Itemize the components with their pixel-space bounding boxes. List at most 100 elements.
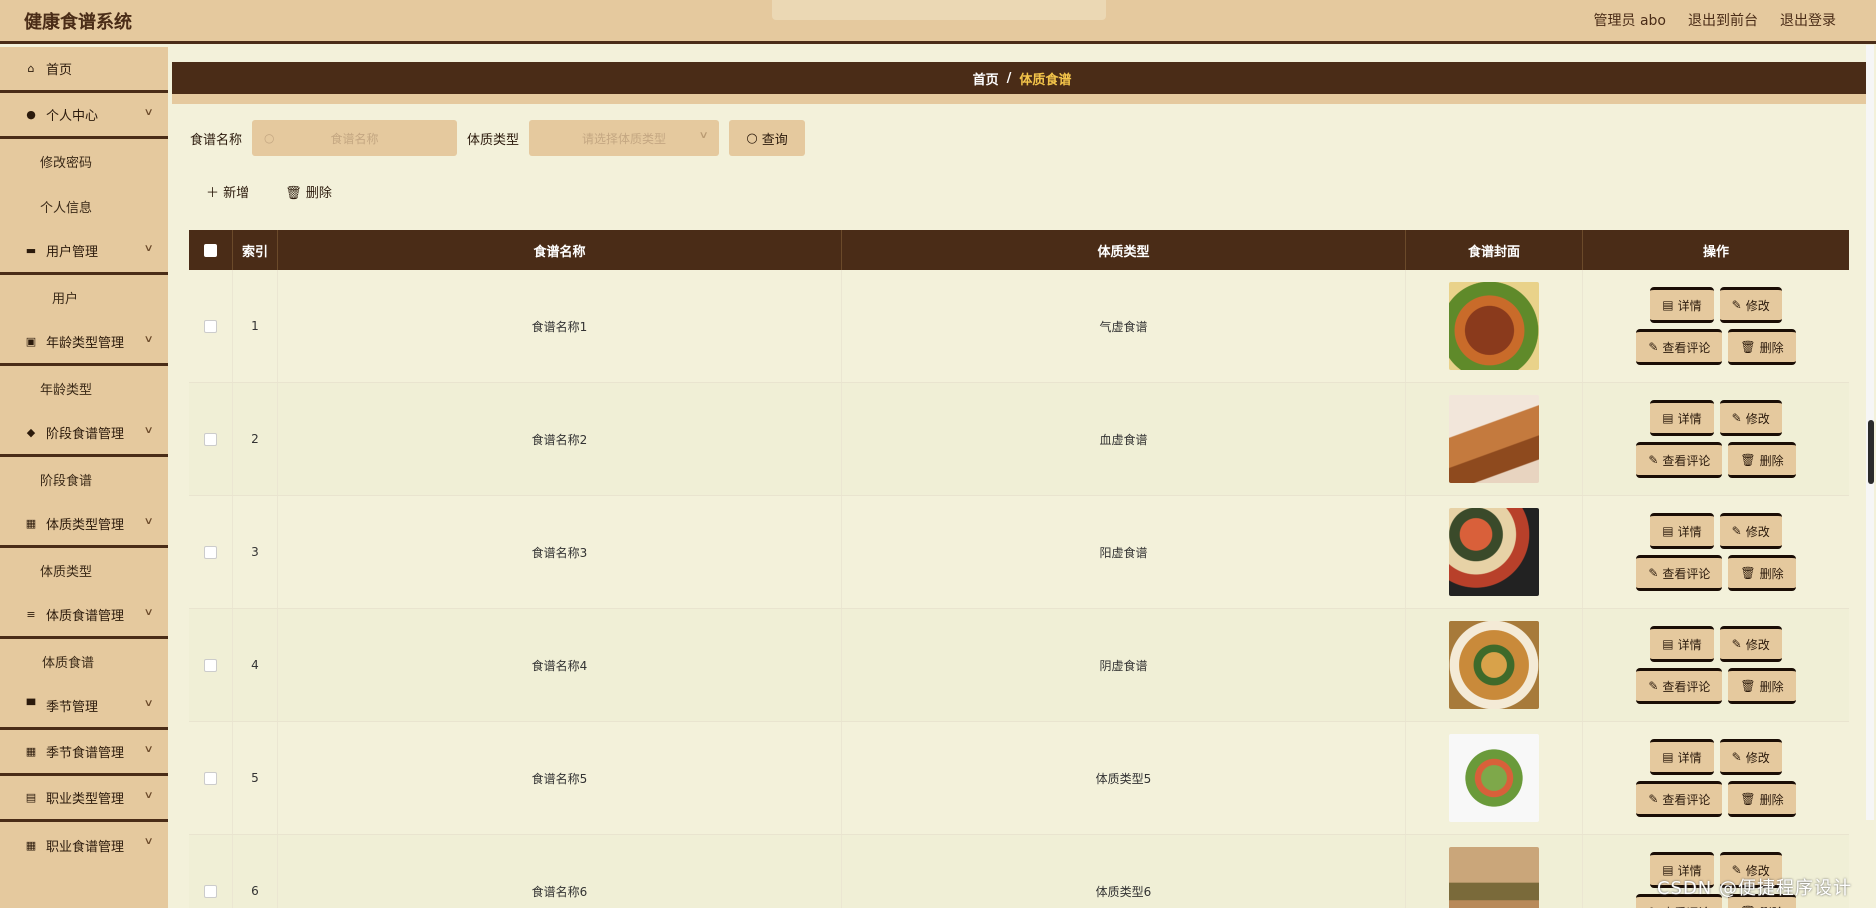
edit-button[interactable]: ✎ 修改 — [1719, 626, 1782, 662]
edit-icon: ✎ — [1731, 411, 1742, 425]
search-icon: ○ — [746, 130, 758, 146]
detail-button-label: 详情 — [1677, 411, 1702, 426]
recipe-table: 索引 食谱名称 体质类型 食谱封面 操作 1 食谱名称1 气虚食谱 ▤ 详情 ✎ 修… — [189, 230, 1849, 908]
row-delete-label: 删除 — [1759, 679, 1784, 694]
sidebar-sub-constitution-type[interactable]: 体质类型 — [0, 548, 168, 593]
sidebar-item-stage-recipe[interactable]: ◆ 阶段食谱管理 ∨ — [0, 411, 168, 457]
sidebar-sub-change-password[interactable]: 修改密码 — [0, 139, 168, 184]
sidebar-sub-age-type[interactable]: 年龄类型 — [0, 366, 168, 411]
row-cover-cell — [1406, 496, 1583, 608]
constitution-type-select[interactable]: 请选择体质类型 ∨ — [529, 120, 720, 156]
detail-button[interactable]: ▤ 详情 — [1650, 739, 1714, 775]
select-all-checkbox[interactable] — [204, 243, 217, 257]
view-comments-button[interactable]: ✎查看评论 — [1636, 442, 1723, 478]
page-scrollbar-thumb[interactable] — [1868, 420, 1874, 484]
sidebar-item-personal[interactable]: ● 个人中心 ∨ — [0, 93, 168, 139]
row-index: 4 — [233, 609, 278, 721]
row-recipe-name: 食谱名称5 — [278, 722, 842, 834]
action-row: ＋ 新增 🗑 删除 — [206, 182, 332, 201]
row-delete-button[interactable]: 🗑删除 — [1728, 555, 1796, 591]
view-comments-label: 查看评论 — [1662, 340, 1711, 355]
recipe-name-placeholder: 食谱名称 — [330, 131, 379, 146]
sidebar-item-users[interactable]: ▬ 用户管理 ∨ — [0, 229, 168, 275]
query-button-label: 查询 — [761, 132, 788, 148]
edit-icon: ✎ — [1648, 792, 1659, 806]
delete-button[interactable]: 🗑 删除 — [285, 182, 332, 201]
header-type: 体质类型 — [842, 230, 1406, 270]
sidebar-item-home[interactable]: ⌂ 首页 — [0, 47, 168, 93]
table-row: 4 食谱名称4 阴虚食谱 ▤ 详情 ✎ 修改 ✎ 查看评论 🗑 删除 — [189, 609, 1849, 722]
grid-icon: ▦ — [25, 838, 37, 852]
logout-link[interactable]: 退出登录 — [1780, 10, 1836, 30]
edit-button[interactable]: ✎ 修改 — [1719, 400, 1782, 436]
detail-button[interactable]: ▤ 详情 — [1650, 513, 1714, 549]
grid-icon: ▦ — [25, 517, 37, 530]
sidebar-sub-profile[interactable]: 个人信息 — [0, 184, 168, 229]
detail-button[interactable]: ▤ 详情 — [1650, 400, 1714, 436]
view-comments-button[interactable]: ✎查看评论 — [1636, 555, 1723, 591]
chevron-down-icon: ∨ — [143, 107, 154, 118]
sidebar-sub-constitution-recipe[interactable]: 体质食谱 — [0, 639, 168, 684]
row-checkbox[interactable] — [204, 319, 217, 333]
add-button[interactable]: ＋ 新增 — [206, 182, 249, 201]
row-cover-cell — [1406, 609, 1583, 721]
recipe-cover-image — [1449, 508, 1539, 596]
edit-button[interactable]: ✎ 修改 — [1719, 739, 1782, 775]
row-select-cell — [189, 270, 233, 382]
row-delete-button[interactable]: 🗑删除 — [1728, 781, 1796, 817]
recipe-name-input[interactable]: ○ 食谱名称 — [252, 120, 458, 156]
sidebar-item-constitution-type[interactable]: ▦ 体质类型管理 ∨ — [0, 502, 168, 548]
detail-button[interactable]: ▤ 详情 — [1650, 287, 1714, 323]
view-comments-button[interactable]: ✎查看评论 — [1636, 668, 1723, 704]
edit-button-label: 修改 — [1745, 637, 1770, 652]
detail-button-label: 详情 — [1677, 298, 1702, 313]
query-button[interactable]: ○ 查询 — [729, 120, 806, 156]
row-recipe-name: 食谱名称4 — [278, 609, 842, 721]
recipe-cover-image — [1449, 621, 1539, 709]
chevron-down-icon: ∨ — [143, 243, 154, 254]
sidebar-item-season-recipe[interactable]: ▦ 季节食谱管理 ∨ — [0, 730, 168, 776]
edit-icon: ✎ — [1648, 679, 1659, 693]
trash-icon: 🗑 — [1740, 566, 1756, 580]
breadcrumb-home[interactable]: 首页 — [973, 69, 999, 88]
row-select-cell — [189, 835, 233, 908]
watermark: CSDN @便捷程序设计 — [1656, 878, 1852, 899]
sidebar-item-constitution-recipe[interactable]: ≡ 体质食谱管理 ∨ — [0, 593, 168, 639]
detail-button[interactable]: ▤ 详情 — [1650, 626, 1714, 662]
row-checkbox[interactable] — [204, 432, 217, 446]
add-button-label: 新增 — [223, 186, 250, 201]
sidebar-item-job-type[interactable]: ▤ 职业类型管理 ∨ — [0, 776, 168, 822]
top-header: 健康食谱系统 管理员 abo 退出到前台 退出登录 — [0, 0, 1876, 44]
table-row: 5 食谱名称5 体质类型5 ▤ 详情 ✎ 修改 ✎ 查看评论 🗑 删除 — [189, 722, 1849, 835]
view-comments-button[interactable]: ✎查看评论 — [1636, 329, 1723, 365]
search-bar: 食谱名称 ○ 食谱名称 体质类型 请选择体质类型 ∨ ○ 查询 — [190, 120, 806, 156]
sidebar-item-age-type[interactable]: ▣ 年龄类型管理 ∨ — [0, 320, 168, 366]
chevron-down-icon: ∨ — [143, 607, 154, 618]
detail-button-label: 详情 — [1677, 637, 1702, 652]
row-delete-button[interactable]: 🗑删除 — [1728, 329, 1796, 365]
sidebar: ⌂ 首页 ● 个人中心 ∨ 修改密码 个人信息 ▬ 用户管理 ∨ 用户 ▣ 年龄… — [0, 47, 168, 908]
sidebar-sub-stage-recipe[interactable]: 阶段食谱 — [0, 457, 168, 502]
sidebar-item-label: 首页 — [46, 63, 73, 78]
recipe-cover-image — [1449, 282, 1539, 370]
grid-icon: ▦ — [25, 745, 37, 758]
row-recipe-name: 食谱名称3 — [278, 496, 842, 608]
back-to-front-link[interactable]: 退出到前台 — [1688, 10, 1758, 30]
edit-icon: ✎ — [1731, 637, 1742, 651]
view-comments-button[interactable]: ✎查看评论 — [1636, 781, 1723, 817]
row-checkbox[interactable] — [204, 545, 217, 559]
row-delete-button[interactable]: 🗑删除 — [1728, 442, 1796, 478]
edit-button[interactable]: ✎ 修改 — [1719, 513, 1782, 549]
sidebar-item-job-recipe[interactable]: ▦ 职业食谱管理 ∨ — [0, 822, 168, 868]
view-comments-label: 查看评论 — [1662, 453, 1711, 468]
sidebar-sub-user[interactable]: 用户 — [0, 275, 168, 320]
edit-button[interactable]: ✎ 修改 — [1719, 287, 1782, 323]
row-checkbox[interactable] — [204, 658, 217, 672]
row-actions: ▤详情 ✎修改 ✎查看评论 🗑删除 — [1583, 722, 1849, 834]
sidebar-item-season[interactable]: ▀ 季节管理 ∨ — [0, 684, 168, 730]
edit-icon: ✎ — [1648, 453, 1659, 467]
row-checkbox[interactable] — [204, 771, 217, 785]
row-checkbox[interactable] — [204, 884, 217, 898]
chat-icon: ▬ — [25, 244, 37, 257]
row-delete-button[interactable]: 🗑删除 — [1728, 668, 1796, 704]
